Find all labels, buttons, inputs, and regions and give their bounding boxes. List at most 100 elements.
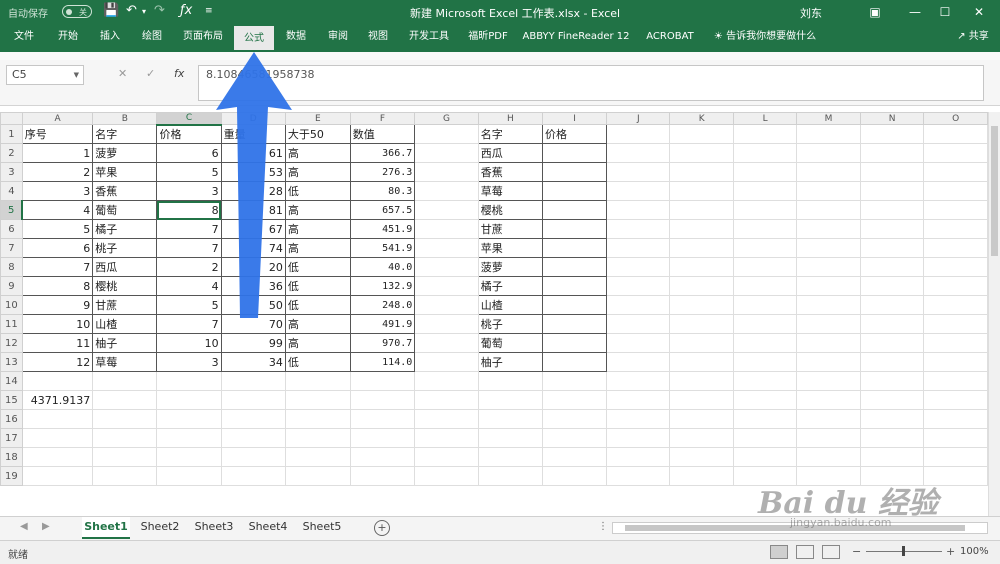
cell-h14[interactable] (477, 371, 543, 391)
cell-n15[interactable] (859, 390, 925, 410)
maximize-icon[interactable]: ☐ (930, 2, 960, 22)
cell-f17[interactable] (349, 428, 416, 448)
cell-d4[interactable]: 28 (220, 181, 286, 201)
cell-h10[interactable]: 山楂 (477, 295, 543, 315)
cell-m18[interactable] (796, 447, 861, 467)
cell-c7[interactable]: 7 (156, 238, 222, 258)
cell-k13[interactable] (669, 352, 734, 372)
cell-h18[interactable] (477, 447, 543, 467)
cell-n8[interactable] (859, 257, 925, 277)
cell-e2[interactable]: 高 (284, 143, 351, 163)
column-header-h[interactable]: H (477, 112, 543, 125)
cell-h12[interactable]: 葡萄 (477, 333, 543, 353)
cell-n18[interactable] (859, 447, 925, 467)
cell-l5[interactable] (732, 200, 798, 220)
tab-abbyy[interactable]: ABBYY FineReader 12 (522, 24, 630, 50)
cell-n3[interactable] (859, 162, 925, 182)
insert-function-button[interactable]: fx (174, 67, 184, 80)
row-header-2[interactable]: 2 (0, 143, 23, 163)
row-header-11[interactable]: 11 (0, 314, 23, 334)
cell-i19[interactable] (541, 466, 608, 486)
cell-m2[interactable] (796, 143, 861, 163)
cell-f1[interactable]: 数值 (349, 124, 416, 144)
cell-l15[interactable] (732, 390, 798, 410)
cell-k12[interactable] (669, 333, 734, 353)
cell-o12[interactable] (923, 333, 988, 353)
cell-o8[interactable] (923, 257, 988, 277)
cell-f2[interactable]: 366.7 (349, 143, 416, 163)
cell-i14[interactable] (541, 371, 608, 391)
cell-j13[interactable] (606, 352, 671, 372)
cell-o18[interactable] (923, 447, 988, 467)
cell-c3[interactable]: 5 (156, 162, 222, 182)
cell-l18[interactable] (732, 447, 798, 467)
cell-j16[interactable] (606, 409, 671, 429)
cell-f11[interactable]: 491.9 (349, 314, 416, 334)
cell-e5[interactable]: 高 (284, 200, 351, 220)
row-header-5[interactable]: 5 (0, 200, 24, 220)
cell-f19[interactable] (349, 466, 416, 486)
autosave-toggle[interactable]: 关 (62, 5, 92, 18)
cell-l13[interactable] (732, 352, 798, 372)
cell-f4[interactable]: 80.3 (349, 181, 416, 201)
tab-formulas[interactable]: 公式 (234, 26, 274, 50)
cell-h5[interactable]: 樱桃 (477, 200, 543, 220)
cell-a8[interactable]: 7 (21, 257, 94, 277)
cell-b12[interactable]: 柚子 (92, 333, 158, 353)
zoom-slider-knob[interactable] (902, 546, 905, 556)
cell-h11[interactable]: 桃子 (477, 314, 543, 334)
cell-i7[interactable] (541, 238, 608, 258)
cell-g17[interactable] (414, 428, 479, 448)
cell-a3[interactable]: 2 (21, 162, 94, 182)
cell-e1[interactable]: 大于50 (284, 124, 351, 144)
cell-d11[interactable]: 70 (220, 314, 286, 334)
cell-m6[interactable] (796, 219, 861, 239)
cell-b15[interactable] (92, 390, 158, 410)
cell-c12[interactable]: 10 (156, 333, 222, 353)
cell-m1[interactable] (796, 124, 861, 144)
tell-me-search[interactable]: ☀ 告诉我你想要做什么 (712, 24, 818, 50)
cell-l4[interactable] (732, 181, 798, 201)
cell-b5[interactable]: 葡萄 (92, 200, 158, 220)
tab-home[interactable]: 开始 (50, 24, 86, 50)
column-header-f[interactable]: F (349, 112, 416, 125)
cell-j17[interactable] (606, 428, 671, 448)
formula-input[interactable]: 8.10846581958738 (198, 65, 984, 101)
cell-o1[interactable] (923, 124, 988, 144)
cell-m7[interactable] (796, 238, 861, 258)
cell-d13[interactable]: 34 (220, 352, 286, 372)
cell-j8[interactable] (606, 257, 671, 277)
cell-k8[interactable] (669, 257, 734, 277)
cell-a7[interactable]: 6 (21, 238, 94, 258)
sheet-next-icon[interactable]: ▶ (42, 521, 50, 532)
cell-j5[interactable] (606, 200, 671, 220)
cell-h16[interactable] (477, 409, 543, 429)
function-icon[interactable]: ƒx (180, 3, 192, 18)
chevron-down-icon[interactable]: ▼ (74, 66, 79, 84)
cell-j14[interactable] (606, 371, 671, 391)
cell-n13[interactable] (859, 352, 925, 372)
cell-d6[interactable]: 67 (220, 219, 286, 239)
cell-i12[interactable] (541, 333, 608, 353)
cell-d7[interactable]: 74 (220, 238, 286, 258)
cell-e6[interactable]: 高 (284, 219, 351, 239)
cell-m14[interactable] (796, 371, 861, 391)
cell-k5[interactable] (669, 200, 734, 220)
tab-page-layout[interactable]: 页面布局 (176, 24, 230, 50)
cell-d18[interactable] (220, 447, 286, 467)
cell-i8[interactable] (541, 257, 608, 277)
column-header-d[interactable]: D (220, 112, 286, 125)
cell-e8[interactable]: 低 (284, 257, 351, 277)
cell-c9[interactable]: 4 (156, 276, 222, 296)
row-header-15[interactable]: 15 (0, 390, 23, 410)
cell-l1[interactable] (732, 124, 798, 144)
cell-i18[interactable] (541, 447, 608, 467)
cell-h17[interactable] (477, 428, 543, 448)
cell-j4[interactable] (606, 181, 671, 201)
cell-i4[interactable] (541, 181, 608, 201)
cell-n4[interactable] (859, 181, 925, 201)
cell-d16[interactable] (220, 409, 286, 429)
cell-g4[interactable] (414, 181, 479, 201)
column-header-i[interactable]: I (541, 112, 608, 125)
cell-i3[interactable] (541, 162, 608, 182)
